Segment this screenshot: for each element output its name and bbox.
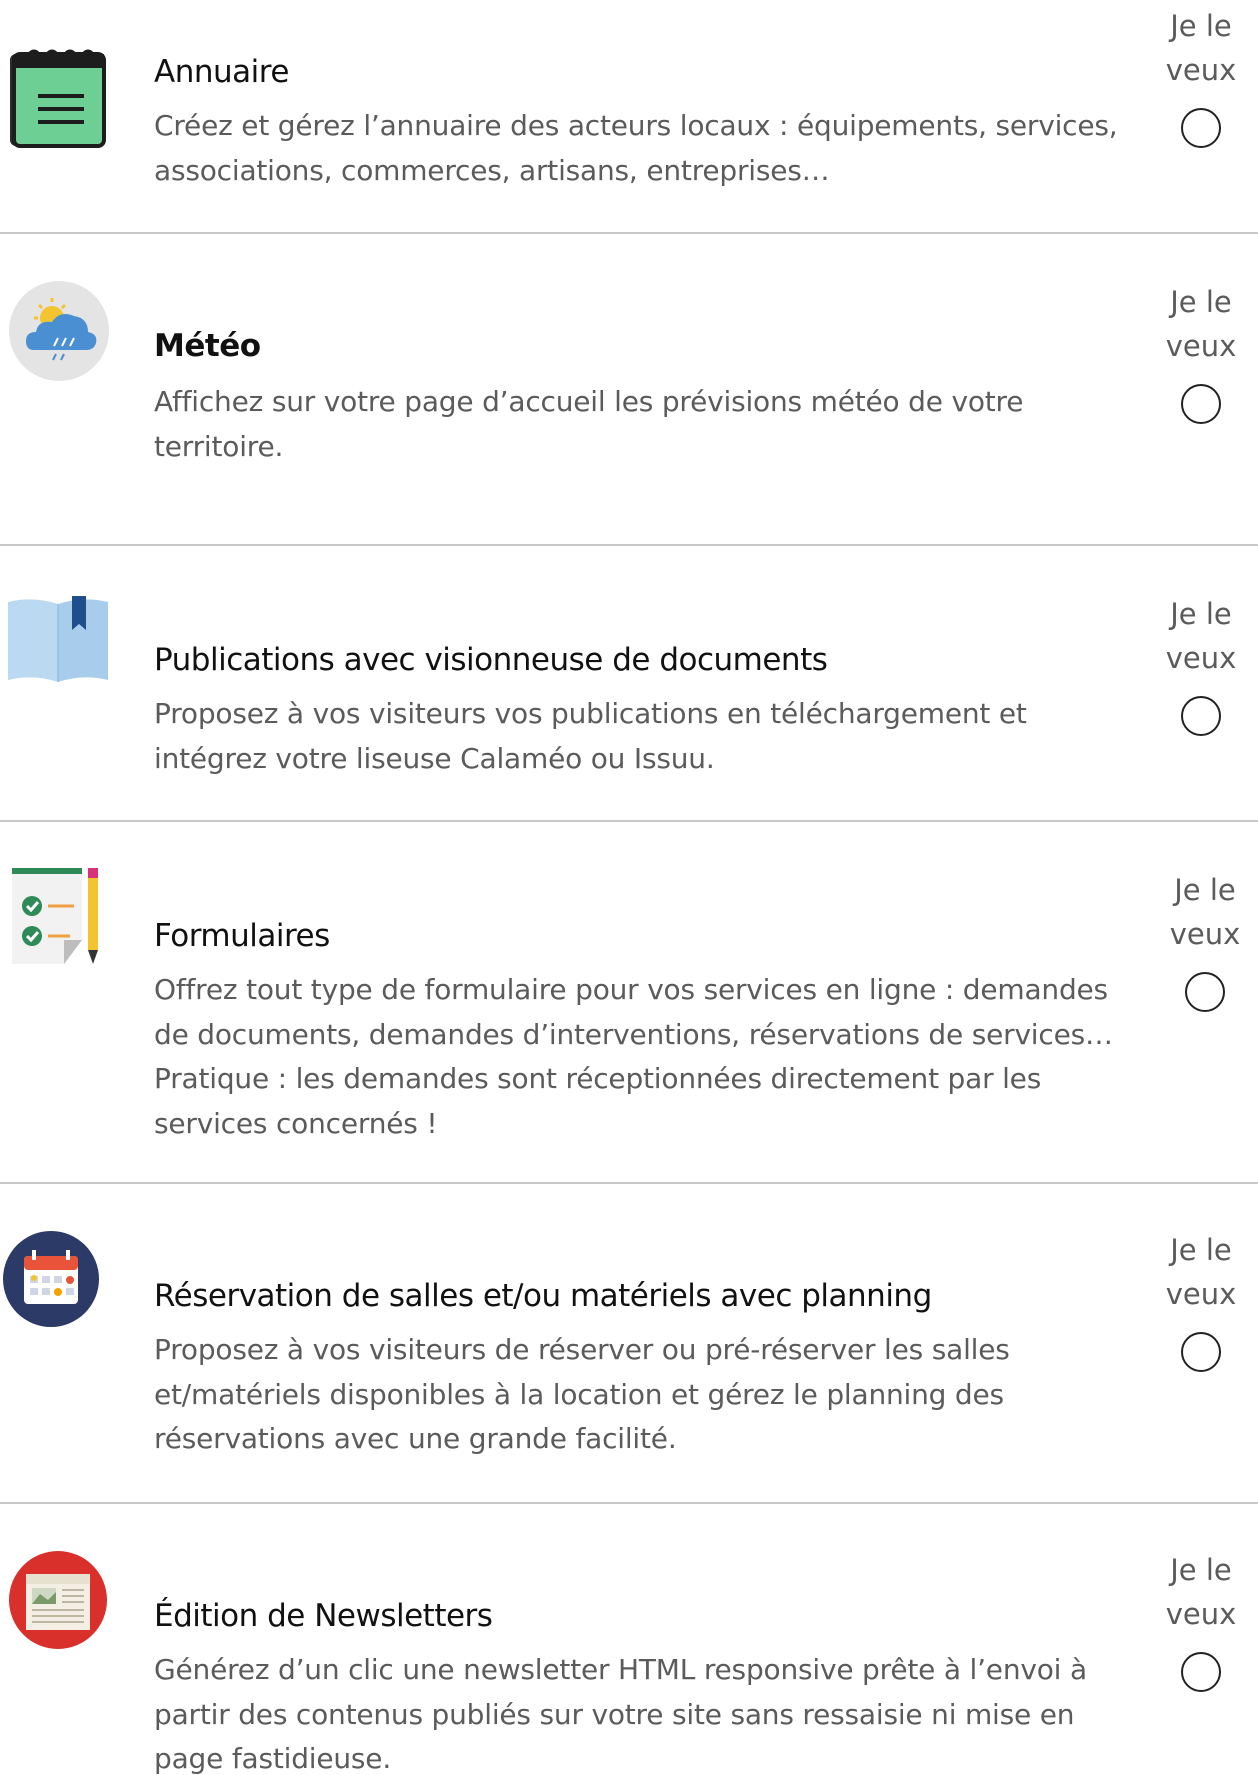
divider [0, 1182, 1258, 1184]
weather-icon [8, 280, 110, 382]
newspaper-icon [8, 1550, 108, 1650]
module-description: Générez d’un clic une newsletter HTML re… [154, 1653, 1087, 1775]
divider [0, 820, 1258, 822]
module-description: Proposez à vos visiteurs vos publication… [154, 697, 1027, 775]
divider [0, 1502, 1258, 1504]
want-control: Je le veux [1156, 4, 1246, 148]
want-control: Je le veux [1156, 280, 1246, 424]
module-title: Formulaires [154, 918, 330, 954]
calendar-icon [2, 1230, 100, 1328]
want-label: Je le veux [1165, 9, 1237, 87]
want-radio[interactable] [1181, 108, 1221, 148]
module-title: Édition de Newsletters [154, 1598, 493, 1634]
want-label: Je le veux [1165, 285, 1237, 363]
want-radio[interactable] [1181, 696, 1221, 736]
module-title: Météo [154, 328, 261, 364]
module-list: Annuaire Créez et gérez l’annuaire des a… [0, 0, 1258, 1775]
want-radio[interactable] [1181, 1652, 1221, 1692]
divider [0, 232, 1258, 234]
want-radio[interactable] [1181, 1332, 1221, 1372]
module-title: Réservation de salles et/ou matériels av… [154, 1278, 932, 1314]
divider [0, 544, 1258, 546]
form-checklist-icon [8, 868, 108, 968]
module-description: Proposez à vos visiteurs de réserver ou … [154, 1333, 1010, 1455]
module-description: Offrez tout type de formulaire pour vos … [154, 973, 1113, 1140]
want-radio[interactable] [1185, 972, 1225, 1012]
want-radio[interactable] [1181, 384, 1221, 424]
want-control: Je le veux [1156, 592, 1246, 736]
want-label: Je le veux [1165, 597, 1237, 675]
module-title: Annuaire [154, 54, 289, 90]
module-title: Publications avec visionneuse de documen… [154, 642, 828, 678]
open-book-icon [8, 596, 108, 686]
module-description: Créez et gérez l’annuaire des acteurs lo… [154, 109, 1118, 187]
want-control: Je le veux [1156, 1548, 1246, 1692]
want-label: Je le veux [1165, 1233, 1237, 1311]
notepad-icon [8, 46, 108, 150]
want-control: Je le veux [1156, 1228, 1246, 1372]
want-control: Je le veux [1160, 868, 1250, 1012]
want-label: Je le veux [1165, 1553, 1237, 1631]
want-label: Je le veux [1169, 873, 1241, 951]
module-description: Affichez sur votre page d’accueil les pr… [154, 385, 1024, 463]
